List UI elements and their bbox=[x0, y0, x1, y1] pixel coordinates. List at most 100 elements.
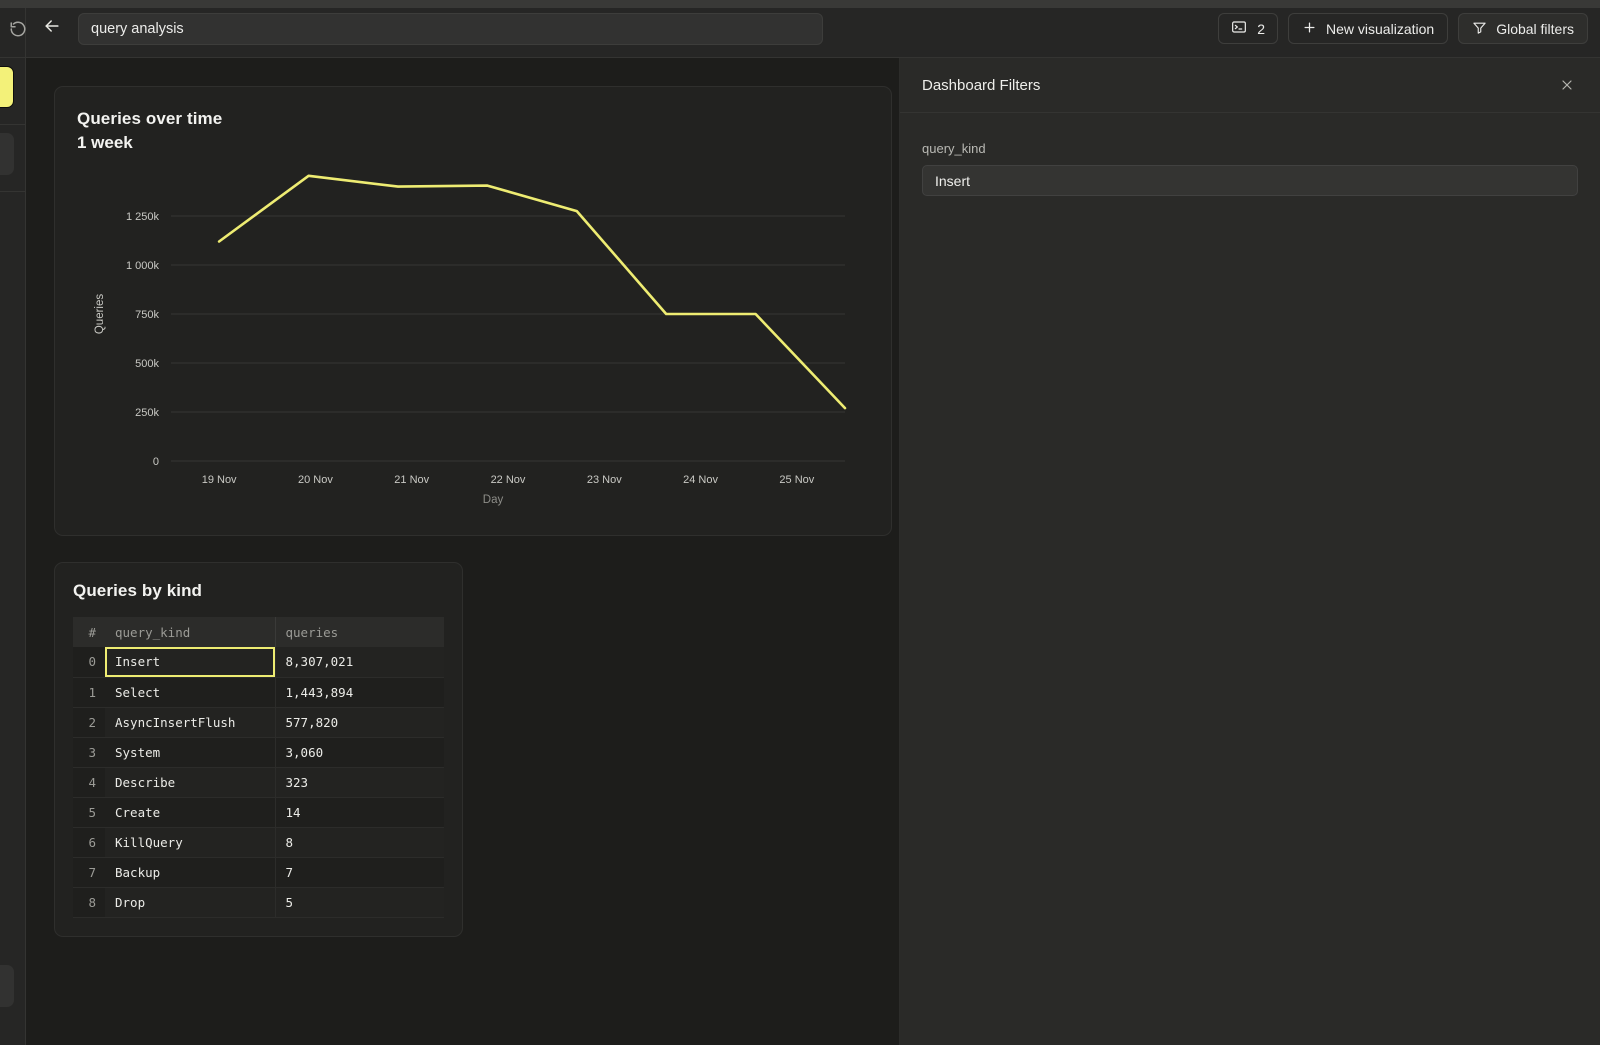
cell-query-kind[interactable]: AsyncInsertFlush bbox=[105, 707, 275, 737]
content-row: Queries over time 1 week 0 250k 500k 750k 1 … bbox=[26, 58, 1600, 1045]
row-index: 0 bbox=[73, 647, 105, 677]
cell-query-kind[interactable]: Drop bbox=[105, 887, 275, 917]
cell-queries[interactable]: 577,820 bbox=[275, 707, 444, 737]
console-button[interactable]: 2 bbox=[1218, 13, 1278, 44]
dashboard-filters-sidebar: Dashboard Filters query_kind Insert bbox=[900, 58, 1600, 1045]
row-index: 2 bbox=[73, 707, 105, 737]
y-axis-title: Queries bbox=[94, 294, 106, 335]
row-index: 6 bbox=[73, 827, 105, 857]
close-icon[interactable] bbox=[1556, 74, 1578, 96]
table-panel[interactable]: Queries by kind # query_kind queries 0In… bbox=[54, 562, 463, 937]
x-axis-tick-label: 22 Nov bbox=[491, 474, 526, 486]
row-index: 8 bbox=[73, 887, 105, 917]
cell-queries[interactable]: 5 bbox=[275, 887, 444, 917]
chart-panel-title: Queries over time bbox=[77, 109, 869, 129]
filter-select-query-kind[interactable]: Insert bbox=[922, 165, 1578, 196]
y-axis-tick-label: 750k bbox=[135, 309, 159, 321]
cell-queries[interactable]: 3,060 bbox=[275, 737, 444, 767]
terminal-icon bbox=[1231, 19, 1247, 38]
window-chrome-strip bbox=[0, 0, 1600, 8]
rail-item-bottom[interactable] bbox=[0, 965, 14, 1007]
table-row[interactable]: 5Create14 bbox=[73, 797, 444, 827]
line-chart-svg: 0 250k 500k 750k 1 000k 1 250k Queries 19 Nov 20… bbox=[77, 161, 871, 529]
table-row[interactable]: 1Select1,443,894 bbox=[73, 677, 444, 707]
x-axis-tick-label: 21 Nov bbox=[394, 474, 429, 486]
cell-query-kind[interactable]: Create bbox=[105, 797, 275, 827]
dashboard-filters-body: query_kind Insert bbox=[900, 113, 1600, 196]
global-filters-label: Global filters bbox=[1496, 21, 1574, 37]
left-rail-footer bbox=[0, 965, 14, 1015]
dashboard-filters-header: Dashboard Filters bbox=[900, 58, 1600, 113]
table-row[interactable]: 4Describe323 bbox=[73, 767, 444, 797]
cell-queries[interactable]: 7 bbox=[275, 857, 444, 887]
cell-queries[interactable]: 323 bbox=[275, 767, 444, 797]
cell-queries[interactable]: 1,443,894 bbox=[275, 677, 444, 707]
y-axis-tick-label: 250k bbox=[135, 407, 159, 419]
table-row[interactable]: 0Insert8,307,021 bbox=[73, 647, 444, 677]
chart-panel[interactable]: Queries over time 1 week 0 250k 500k 750k 1 … bbox=[54, 86, 892, 536]
arrow-left-icon bbox=[42, 16, 62, 41]
plus-icon bbox=[1302, 20, 1317, 38]
cell-queries[interactable]: 8 bbox=[275, 827, 444, 857]
table-row[interactable]: 6KillQuery8 bbox=[73, 827, 444, 857]
column-header-index[interactable]: # bbox=[73, 617, 105, 647]
row-index: 4 bbox=[73, 767, 105, 797]
queries-by-kind-table: # query_kind queries 0Insert8,307,0211Se… bbox=[73, 617, 444, 918]
dashboard-filters-title: Dashboard Filters bbox=[922, 77, 1556, 94]
cell-query-kind[interactable]: Insert bbox=[105, 647, 275, 677]
table-body: 0Insert8,307,0211Select1,443,8942AsyncIn… bbox=[73, 647, 444, 917]
console-count-label: 2 bbox=[1257, 21, 1265, 37]
table-panel-title: Queries by kind bbox=[73, 581, 444, 601]
filter-label-query-kind: query_kind bbox=[922, 141, 1578, 156]
dashboard-canvas: Queries over time 1 week 0 250k 500k 750k 1 … bbox=[26, 58, 900, 1045]
chart-panel-subtitle: 1 week bbox=[77, 133, 869, 153]
left-rail-section-secondary bbox=[0, 125, 25, 192]
new-visualization-label: New visualization bbox=[1326, 21, 1434, 37]
filter-icon bbox=[1472, 20, 1487, 38]
row-index: 1 bbox=[73, 677, 105, 707]
row-index: 5 bbox=[73, 797, 105, 827]
dashboard-app: 2 New visualization Global filters bbox=[0, 0, 1600, 1045]
x-axis-tick-label: 24 Nov bbox=[683, 474, 718, 486]
row-index: 7 bbox=[73, 857, 105, 887]
x-axis-title: Day bbox=[483, 494, 504, 506]
left-rail-section-primary bbox=[0, 58, 25, 125]
cell-query-kind[interactable]: System bbox=[105, 737, 275, 767]
cell-queries[interactable]: 14 bbox=[275, 797, 444, 827]
x-axis-tick-label: 20 Nov bbox=[298, 474, 333, 486]
y-axis-tick-label: 500k bbox=[135, 358, 159, 370]
new-visualization-button[interactable]: New visualization bbox=[1288, 13, 1448, 44]
rail-item-second[interactable] bbox=[0, 133, 14, 175]
table-row[interactable]: 2AsyncInsertFlush577,820 bbox=[73, 707, 444, 737]
rail-item-active[interactable] bbox=[0, 66, 14, 108]
table-row[interactable]: 3System3,060 bbox=[73, 737, 444, 767]
cell-queries[interactable]: 8,307,021 bbox=[275, 647, 444, 677]
cell-query-kind[interactable]: Describe bbox=[105, 767, 275, 797]
y-axis-tick-label: 0 bbox=[153, 456, 159, 468]
column-header-query-kind[interactable]: query_kind bbox=[105, 617, 275, 647]
table-row[interactable]: 8Drop5 bbox=[73, 887, 444, 917]
main-column: 2 New visualization Global filters bbox=[26, 0, 1600, 1045]
left-rail-header bbox=[0, 0, 25, 58]
x-axis-tick-label: 23 Nov bbox=[587, 474, 622, 486]
table-header-row: # query_kind queries bbox=[73, 617, 444, 647]
global-filters-button[interactable]: Global filters bbox=[1458, 13, 1588, 44]
table-head: # query_kind queries bbox=[73, 617, 444, 647]
chart-series-line bbox=[219, 176, 845, 408]
back-button[interactable] bbox=[36, 13, 68, 45]
top-bar: 2 New visualization Global filters bbox=[26, 0, 1600, 58]
x-axis-tick-label: 19 Nov bbox=[202, 474, 237, 486]
line-chart[interactable]: 0 250k 500k 750k 1 000k 1 250k Queries 19 Nov 20… bbox=[77, 161, 869, 529]
cell-query-kind[interactable]: Backup bbox=[105, 857, 275, 887]
history-icon[interactable] bbox=[9, 20, 27, 38]
y-axis-tick-label: 1 000k bbox=[126, 260, 160, 272]
row-index: 3 bbox=[73, 737, 105, 767]
dashboard-title-input[interactable] bbox=[78, 13, 823, 45]
table-row[interactable]: 7Backup7 bbox=[73, 857, 444, 887]
x-axis-tick-label: 25 Nov bbox=[779, 474, 814, 486]
cell-query-kind[interactable]: Select bbox=[105, 677, 275, 707]
column-header-queries[interactable]: queries bbox=[275, 617, 444, 647]
y-axis-tick-label: 1 250k bbox=[126, 211, 160, 223]
cell-query-kind[interactable]: KillQuery bbox=[105, 827, 275, 857]
left-rail bbox=[0, 0, 26, 1045]
